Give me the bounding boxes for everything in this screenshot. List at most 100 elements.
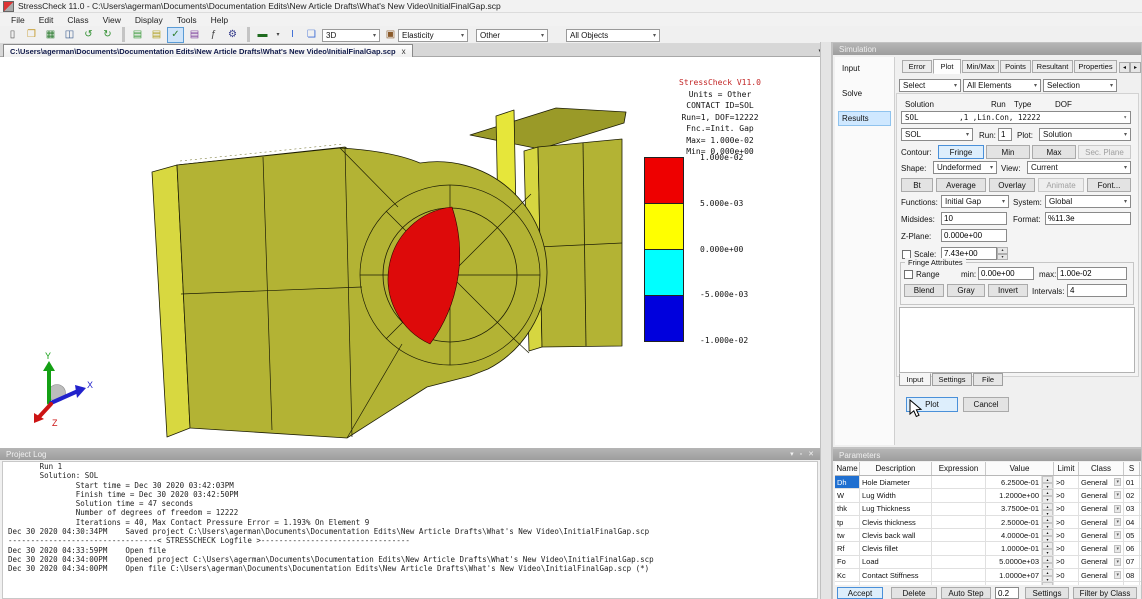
tab-scroll-right-icon[interactable]: ▸ [1130,62,1141,73]
format-input[interactable] [1045,212,1131,225]
average-button[interactable]: Average [936,178,986,192]
tab-error[interactable]: Error [902,60,932,73]
toolbar-icon[interactable]: ❒ [23,27,40,43]
filter-by-class-button[interactable]: Filter by Class [1073,587,1137,599]
selection-select[interactable]: Selection [1043,79,1117,92]
functions-combo[interactable]: Initial Gap [941,195,1009,208]
intervals-input[interactable] [1067,284,1127,297]
param-name[interactable]: Fo [835,556,860,568]
table-row[interactable]: Dh Hole Diameter 6.2500e-01 ▴▾ >0 Genera… [835,476,1141,489]
tab-close-icon[interactable]: x [402,47,406,56]
toolbar-icon[interactable]: ◫ [61,27,78,43]
toolbar-icon[interactable]: ↺ [80,27,97,43]
range-min-input[interactable] [978,267,1034,280]
elements-select[interactable]: All Elements [963,79,1041,92]
param-class[interactable]: General▾ [1079,569,1124,581]
param-name[interactable]: thk [835,503,860,515]
param-expression[interactable] [932,582,986,585]
tab-properties[interactable]: Properties [1074,60,1117,73]
menu-item[interactable]: Edit [32,15,61,25]
param-expression[interactable] [932,516,986,528]
nav-item[interactable]: Input [838,61,891,76]
menu-item[interactable]: File [4,15,32,25]
tab-resultant[interactable]: Resultant [1032,60,1073,73]
param-value[interactable]: 1.0000e+07 [986,569,1042,581]
menu-item[interactable]: Tools [170,15,204,25]
param-expression[interactable] [932,503,986,515]
model-viewport[interactable]: Y X Z StressCheck V11.0 Units = OtherCON… [0,57,820,448]
param-description[interactable]: Hole Diameter [860,476,932,488]
table-row[interactable]: thk Lug Thickness 3.7500e-01 ▴▾ >0 Gener… [835,503,1141,516]
param-class[interactable]: General▾ [1079,582,1124,585]
param-class[interactable]: General▾ [1079,476,1124,488]
invert-button[interactable]: Invert [988,284,1028,297]
param-value-spinner[interactable]: ▴▾ [1042,582,1054,585]
param-value-spinner[interactable]: ▴▾ [1042,529,1054,541]
sol-combo[interactable]: SOL [901,128,973,141]
pin-icon[interactable]: ▫ [800,451,802,458]
param-value-spinner[interactable]: ▴▾ [1042,476,1054,488]
table-row[interactable]: Fo Load 5.0000e+03 ▴▾ >0 General▾ 07 [835,556,1141,569]
param-value-spinner[interactable]: ▴▾ [1042,489,1054,501]
param-expression[interactable] [932,529,986,541]
project-log-body[interactable]: Run 1 Solution: SOL Start time = Dec 30 … [2,461,818,599]
range-checkbox[interactable] [904,270,913,279]
accept-button[interactable]: Accept [837,587,883,599]
tab-minmax[interactable]: Min/Max [962,60,999,73]
param-value-spinner[interactable]: ▴▾ [1042,503,1054,515]
plot-list-box[interactable] [899,307,1135,373]
col-name[interactable]: Name [835,462,860,475]
cancel-button[interactable]: Cancel [963,397,1009,412]
auto-step-input[interactable] [995,587,1019,599]
param-description[interactable]: Lug Width [860,489,932,501]
param-value[interactable]: 6.2500e-01 [986,476,1042,488]
view-combo[interactable]: Current [1027,161,1131,174]
toolbar-icon[interactable]: ▾ [273,27,283,43]
toolbar-icon[interactable]: ▤ [148,27,165,43]
col-expression[interactable]: Expression [932,462,986,475]
col-limit[interactable]: Limit [1054,462,1079,475]
bottom-tab-file[interactable]: File [973,373,1003,386]
param-name[interactable]: Rf [835,542,860,554]
nav-item[interactable]: Results [838,111,891,126]
param-class[interactable]: General▾ [1079,489,1124,501]
units-select[interactable]: Other [476,29,548,42]
toolbar-icon[interactable] [122,27,125,42]
col-class[interactable]: Class [1079,462,1124,475]
toolbar-icon[interactable]: ▯ [4,27,21,43]
scale-spinner[interactable]: ▴▾ [997,247,1008,260]
toolbar-icon[interactable]: ✓ [167,27,184,43]
range-max-input[interactable] [1057,267,1127,280]
param-description[interactable]: Clevis fillet [860,542,932,554]
param-value[interactable]: 0.0000e+00 [986,582,1042,585]
toolbar-icon[interactable]: ❏ [303,27,320,43]
theory-select[interactable]: Elasticity [398,29,468,42]
param-class[interactable]: General▾ [1079,516,1124,528]
collapse-icon[interactable]: ▾ [790,450,794,458]
toolbar-icon[interactable]: ⚙ [224,27,241,43]
param-description[interactable]: Clevis thickness [860,516,932,528]
max-button[interactable]: Max [1032,145,1076,159]
param-value[interactable]: 5.0000e+03 [986,556,1042,568]
param-expression[interactable] [932,569,986,581]
toolbar-icon[interactable] [247,27,250,42]
param-value[interactable]: 4.0000e-01 [986,529,1042,541]
toolbar-icon[interactable]: ↻ [99,27,116,43]
fringe-button[interactable]: Fringe [938,145,984,159]
col-value[interactable]: Value [986,462,1054,475]
col-seq[interactable]: S [1124,462,1140,475]
param-name[interactable]: Kc [835,569,860,581]
run-input[interactable] [998,128,1012,141]
midsides-input[interactable] [941,212,1007,225]
system-combo[interactable]: Global [1045,195,1131,208]
blend-button[interactable]: Blend [904,284,944,297]
auto-step-button[interactable]: Auto Step [941,587,991,599]
tab-plot[interactable]: Plot [933,59,961,74]
param-name[interactable]: Dh [835,476,860,488]
tab-points[interactable]: Points [1000,60,1031,73]
param-name[interactable]: tp [835,516,860,528]
param-value[interactable]: 2.5000e-01 [986,516,1042,528]
toolbar-icon[interactable]: ▤ [129,27,146,43]
tab-scroll-left-icon[interactable]: ◂ [1119,62,1130,73]
table-row[interactable]: Rf Clevis fillet 1.0000e-01 ▴▾ >0 Genera… [835,542,1141,555]
